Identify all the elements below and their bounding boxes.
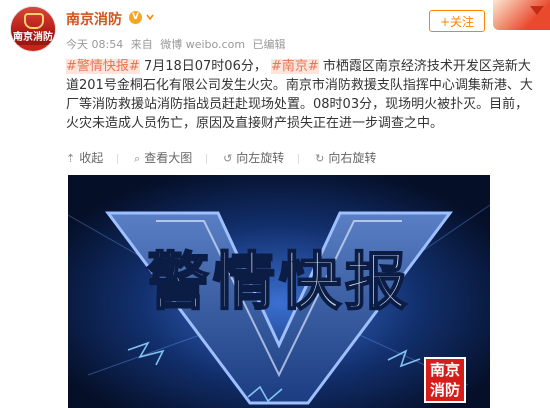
view-large-button[interactable]: ⌕ 查看大图 xyxy=(134,149,192,166)
collapse-button[interactable]: ⇡ 收起 xyxy=(66,149,103,166)
rotate-left-label: 向左旋转 xyxy=(236,151,285,165)
source-prefix: 来自 xyxy=(130,38,153,51)
post-header: 南京消防 南京消防 V 今天 08:54 来自 微博 weibo.com 已编辑… xyxy=(0,0,550,62)
divider xyxy=(206,153,208,164)
post-time[interactable]: 今天 08:54 xyxy=(66,38,123,51)
account-name[interactable]: 南京消防 xyxy=(66,9,122,29)
fire-emblem-icon xyxy=(24,13,44,29)
menu-corner[interactable] xyxy=(493,0,550,30)
image-toolbar: ⇡ 收起 ⌕ 查看大图 ↺ 向左旋转 ↻ 向右旋转 xyxy=(66,149,390,171)
post-source[interactable]: 微博 weibo.com xyxy=(160,38,245,51)
stamp-line1: 南京 xyxy=(429,361,460,379)
post-image[interactable]: 警情快报 南京 消防 xyxy=(68,175,490,408)
hashtag-alert[interactable]: #警情快报# xyxy=(66,59,140,74)
post-meta: 今天 08:54 来自 微博 weibo.com 已编辑 xyxy=(66,36,290,52)
rotate-right-label: 向右旋转 xyxy=(328,151,377,165)
nanjing-fire-stamp: 南京 消防 xyxy=(424,357,466,403)
follow-button[interactable]: +关注 xyxy=(429,10,485,32)
rotate-left-button[interactable]: ↺ 向左旋转 xyxy=(223,149,284,166)
view-large-label: 查看大图 xyxy=(144,151,193,165)
avatar[interactable]: 南京消防 xyxy=(10,6,56,52)
rotate-left-icon: ↺ xyxy=(223,152,233,165)
rotate-right-button[interactable]: ↻ 向右旋转 xyxy=(315,149,376,166)
post-text: #警情快报# 7月18日07时06分， #南京# 市栖霞区南京经济技术开发区尧新… xyxy=(66,57,540,133)
divider xyxy=(117,153,119,164)
collapse-label: 收起 xyxy=(79,151,104,165)
post-date: 7月18日07时06分， xyxy=(143,59,267,74)
zoom-icon: ⌕ xyxy=(134,152,141,165)
verified-icon: V xyxy=(129,11,142,24)
banner-headline: 警情快报 xyxy=(147,245,411,318)
dropdown-arrow-icon xyxy=(530,6,544,15)
collapse-icon: ⇡ xyxy=(66,152,76,165)
rotate-right-icon: ↻ xyxy=(315,152,325,165)
divider xyxy=(298,153,300,164)
stamp-line2: 消防 xyxy=(429,381,460,399)
avatar-label: 南京消防 xyxy=(11,31,55,45)
edited-label: 已编辑 xyxy=(252,38,286,51)
hashtag-city[interactable]: #南京# xyxy=(270,59,319,74)
chevron-down-icon[interactable] xyxy=(146,13,154,21)
